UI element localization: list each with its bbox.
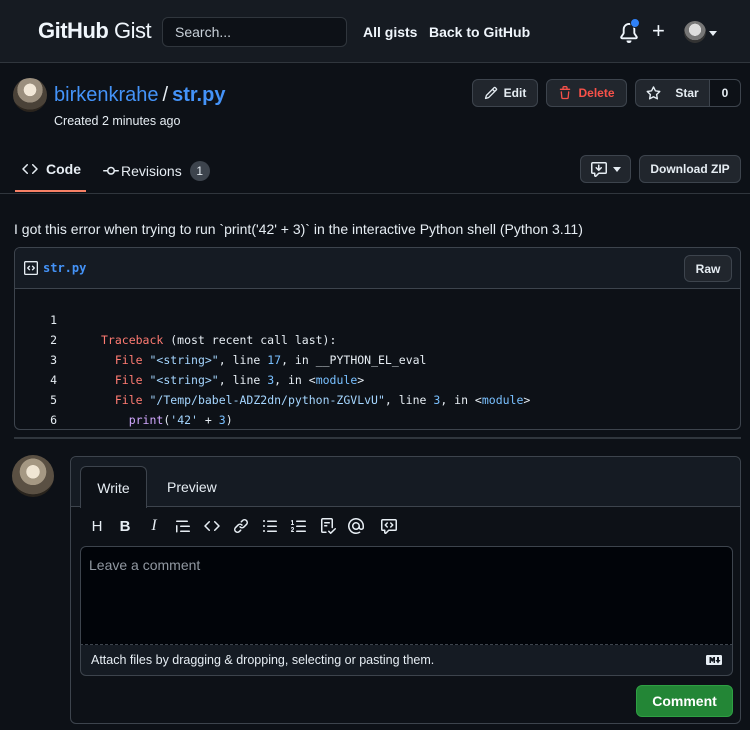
commenter-avatar[interactable] xyxy=(12,455,54,497)
title-separator: / xyxy=(162,84,169,106)
back-to-github-link[interactable]: Back to GitHub xyxy=(429,24,530,40)
task-list-icon[interactable] xyxy=(320,518,336,534)
edit-button[interactable]: Edit xyxy=(472,79,538,107)
raw-button[interactable]: Raw xyxy=(684,255,732,282)
bold-icon[interactable]: B xyxy=(117,518,133,535)
reference-icon[interactable] xyxy=(381,518,397,534)
file-header: str.py Raw xyxy=(15,248,740,289)
embed-dropdown-button[interactable] xyxy=(580,155,631,183)
code-line: 2 File "<string>", line 17, in __PYTHON_… xyxy=(15,310,740,367)
attach-files-text: Attach files by dragging & dropping, sel… xyxy=(91,653,435,667)
plus-icon[interactable]: + xyxy=(652,20,665,42)
download-zip-button[interactable]: Download ZIP xyxy=(639,155,741,183)
ordered-list-icon[interactable] xyxy=(291,518,307,534)
tab-revisions[interactable]: Revisions 1 xyxy=(103,161,210,181)
file-code-icon xyxy=(24,261,38,275)
gist-description: I got this error when trying to run `pri… xyxy=(14,221,583,237)
tab-write[interactable]: Write xyxy=(80,466,147,508)
heading-icon[interactable]: H xyxy=(89,518,105,535)
code-line: 7 TypeError: can only concatenate str (n… xyxy=(15,410,740,429)
trash-icon xyxy=(560,86,571,100)
tabs-divider xyxy=(0,193,750,194)
chevron-down-icon[interactable] xyxy=(709,31,717,36)
code-line: 6 ~~~~~^~~ xyxy=(15,390,740,427)
italic-icon[interactable]: I xyxy=(146,517,162,534)
delete-label: Delete xyxy=(578,86,615,100)
revisions-count-badge: 1 xyxy=(189,161,210,181)
file-attachment-area[interactable]: Attach files by dragging & dropping, sel… xyxy=(80,645,733,676)
created-timestamp: Created 2 minutes ago xyxy=(54,114,181,128)
tab-code[interactable]: Code xyxy=(22,161,81,177)
star-count[interactable]: 0 xyxy=(709,79,741,107)
code-line: 3 File "<string>", line 3, in <module> xyxy=(15,330,740,387)
gist-title: birkenkrahe / str.py xyxy=(54,84,225,107)
comment-textarea[interactable] xyxy=(80,546,733,645)
github-gist-logo[interactable]: GitHub Gist xyxy=(38,18,152,44)
search-input[interactable] xyxy=(162,17,347,47)
star-button[interactable]: Star xyxy=(635,79,710,107)
star-icon xyxy=(646,85,661,100)
delete-button[interactable]: Delete xyxy=(546,79,627,107)
tab-code-label: Code xyxy=(46,161,81,177)
star-label: Star xyxy=(675,86,699,100)
owner-avatar[interactable] xyxy=(13,78,47,112)
active-tab-indicator xyxy=(15,190,86,192)
code-line: 4 File "/Temp/babel-ADZ2dn/python-ZGVLvU… xyxy=(15,350,740,407)
notification-indicator xyxy=(630,18,640,28)
avatar[interactable] xyxy=(684,21,706,43)
all-gists-link[interactable]: All gists xyxy=(363,24,417,40)
tab-revisions-label: Revisions xyxy=(121,163,182,179)
link-icon[interactable] xyxy=(233,518,249,534)
quote-icon[interactable] xyxy=(175,518,191,534)
file-container: str.py Raw 1 Traceback (most recent call… xyxy=(14,247,741,430)
pencil-icon xyxy=(484,86,497,100)
tab-preview[interactable]: Preview xyxy=(167,479,217,495)
git-commit-icon xyxy=(103,166,119,175)
comment-submit-button[interactable]: Comment xyxy=(636,685,733,717)
unordered-list-icon[interactable] xyxy=(262,518,278,534)
download-icon xyxy=(590,162,607,177)
top-header: GitHub Gist All gists Back to GitHub + xyxy=(0,0,750,63)
file-name-link[interactable]: str.py xyxy=(43,261,86,275)
gist-name-link[interactable]: str.py xyxy=(172,84,225,106)
mention-icon[interactable] xyxy=(348,518,364,534)
code-line: 1 Traceback (most recent call last): xyxy=(15,290,740,347)
markdown-icon[interactable] xyxy=(706,655,722,665)
code-line: 5 print('42' + 3) xyxy=(15,370,740,427)
comment-form: Write Preview H B I Attach files by drag… xyxy=(70,456,741,724)
edit-label: Edit xyxy=(503,86,527,100)
comments-divider xyxy=(14,437,741,439)
code-icon xyxy=(22,163,38,175)
chevron-down-icon xyxy=(612,166,621,172)
code-icon[interactable] xyxy=(204,518,220,534)
owner-link[interactable]: birkenkrahe xyxy=(54,84,159,106)
